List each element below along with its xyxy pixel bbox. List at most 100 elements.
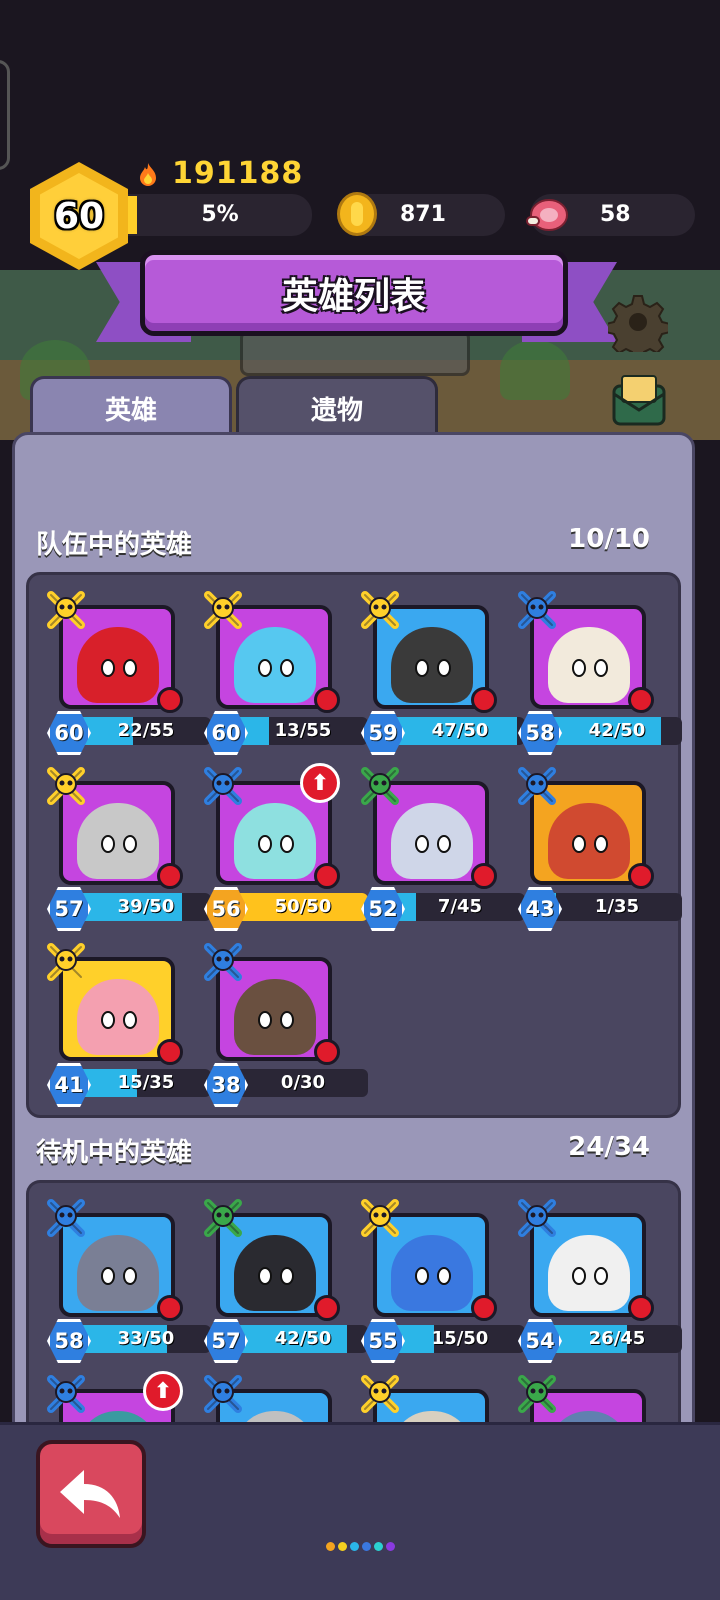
shard-count: 0/30	[280, 1072, 326, 1093]
page-dot	[338, 1542, 347, 1551]
notification-dot	[314, 1039, 340, 1065]
green-skull-badge-icon	[361, 767, 399, 805]
shard-progress-bar: 42/50	[238, 1325, 368, 1353]
blue-skull-badge-icon	[518, 591, 556, 629]
notification-dot	[157, 863, 183, 889]
hero-creature	[77, 627, 159, 703]
yellow-skull-badge-icon	[204, 591, 242, 629]
xp-percent: 5%	[201, 202, 239, 227]
side-drawer-handle[interactable]	[0, 60, 10, 170]
notification-dot	[314, 863, 340, 889]
standby-section-title: 待机中的英雄	[36, 1138, 193, 1168]
upgrade-arrow-icon: ⬆	[300, 763, 340, 803]
shard-count: 42/50	[274, 1328, 332, 1349]
shard-count: 47/50	[431, 720, 489, 741]
team-hero-card[interactable]: 15/35 41	[45, 941, 211, 1107]
blue-skull-badge-icon	[47, 1375, 85, 1413]
green-skull-badge-icon	[204, 1199, 242, 1237]
blue-skull-badge-icon	[204, 1375, 242, 1413]
page-indicator	[326, 1542, 396, 1554]
shard-progress-bar: 42/50	[552, 717, 682, 745]
back-button[interactable]	[36, 1440, 146, 1548]
shard-count: 33/50	[117, 1328, 175, 1349]
shard-progress-bar: 13/55	[238, 717, 368, 745]
notification-dot	[471, 863, 497, 889]
team-section-title: 队伍中的英雄	[36, 530, 193, 560]
team-hero-card[interactable]: 47/50 59	[359, 589, 525, 755]
hero-creature	[234, 627, 316, 703]
team-hero-card[interactable]: 22/55 60	[45, 589, 211, 755]
team-hero-card[interactable]: 7/45 52	[359, 765, 525, 931]
notification-dot	[314, 1295, 340, 1321]
meat-value: 58	[600, 202, 631, 227]
team-hero-card[interactable]: 1/35 43	[516, 765, 682, 931]
team-hero-card[interactable]: 42/50 58	[516, 589, 682, 755]
standby-hero-card[interactable]: 15/50 55	[359, 1197, 525, 1363]
shard-count: 26/45	[588, 1328, 646, 1349]
upgrade-arrow-icon: ⬆	[143, 1371, 183, 1411]
notification-dot	[628, 863, 654, 889]
coin-value: 871	[400, 202, 446, 227]
page-dot	[386, 1542, 395, 1551]
shard-count: 15/35	[117, 1072, 175, 1093]
yellow-skull-badge-icon	[361, 1199, 399, 1237]
blue-skull-badge-icon	[47, 1199, 85, 1237]
hero-creature	[77, 803, 159, 879]
notification-dot	[157, 1295, 183, 1321]
hero-creature	[391, 627, 473, 703]
hero-creature	[391, 803, 473, 879]
shard-count: 39/50	[117, 896, 175, 917]
tab-heroes[interactable]: 英雄	[30, 376, 232, 438]
shard-count: 42/50	[588, 720, 646, 741]
blue-skull-badge-icon	[518, 1199, 556, 1237]
back-arrow-icon	[60, 1470, 120, 1518]
team-section-count: 10/10	[568, 524, 650, 554]
team-hero-card[interactable]: 13/55 60	[202, 589, 368, 755]
page-dot	[374, 1542, 383, 1551]
shard-count: 50/50	[274, 896, 332, 917]
shard-progress-bar: 1/35	[552, 893, 682, 921]
standby-hero-card[interactable]: 42/50 57	[202, 1197, 368, 1363]
shard-progress-bar: 15/35	[81, 1069, 211, 1097]
blue-skull-badge-icon	[518, 767, 556, 805]
page-dot	[326, 1542, 335, 1551]
blue-skull-badge-icon	[204, 767, 242, 805]
shard-count: 13/55	[274, 720, 332, 741]
shard-count: 22/55	[117, 720, 175, 741]
hero-creature	[77, 1235, 159, 1311]
team-hero-card[interactable]: 39/50 57	[45, 765, 211, 931]
page-dot	[362, 1542, 371, 1551]
notification-dot	[628, 687, 654, 713]
yellow-skull-badge-icon	[47, 767, 85, 805]
hero-creature	[548, 627, 630, 703]
team-hero-card[interactable]: ⬆ 50/50 56	[202, 763, 368, 931]
yellow-skull-badge-icon	[361, 1375, 399, 1413]
standby-section-count: 24/34	[568, 1132, 650, 1162]
notification-dot	[314, 687, 340, 713]
gear-icon[interactable]	[608, 292, 668, 352]
hero-creature	[234, 1235, 316, 1311]
notification-dot	[628, 1295, 654, 1321]
standby-hero-grid: 33/50 58 42/50 57 15/50 55 26/45 54 ⬆	[26, 1180, 682, 1497]
shard-progress-bar: 7/45	[395, 893, 525, 921]
hero-creature	[548, 1235, 630, 1311]
shard-progress-bar: 50/50	[238, 893, 368, 921]
blue-skull-badge-icon	[204, 943, 242, 981]
team-hero-grid: 22/55 60 13/55 60 47/50 59 42/50 58 39/50 57 ⬆ 50/5…	[26, 572, 682, 1118]
hero-creature	[234, 803, 316, 879]
power-score: 191188	[172, 156, 304, 191]
shard-count: 15/50	[431, 1328, 489, 1349]
hero-creature	[548, 803, 630, 879]
page-dot	[350, 1542, 359, 1551]
mail-icon[interactable]	[610, 372, 668, 428]
tab-relics[interactable]: 遗物	[236, 376, 438, 438]
coin-icon	[337, 192, 377, 236]
yellow-skull-badge-icon	[47, 943, 85, 981]
notification-dot	[157, 687, 183, 713]
page-title: 英雄列表	[140, 250, 568, 336]
team-hero-card[interactable]: 0/30 38	[202, 941, 368, 1107]
notification-dot	[471, 687, 497, 713]
standby-hero-card[interactable]: 33/50 58	[45, 1197, 211, 1363]
standby-hero-card[interactable]: 26/45 54	[516, 1197, 682, 1363]
shard-progress-bar: 0/30	[238, 1069, 368, 1097]
